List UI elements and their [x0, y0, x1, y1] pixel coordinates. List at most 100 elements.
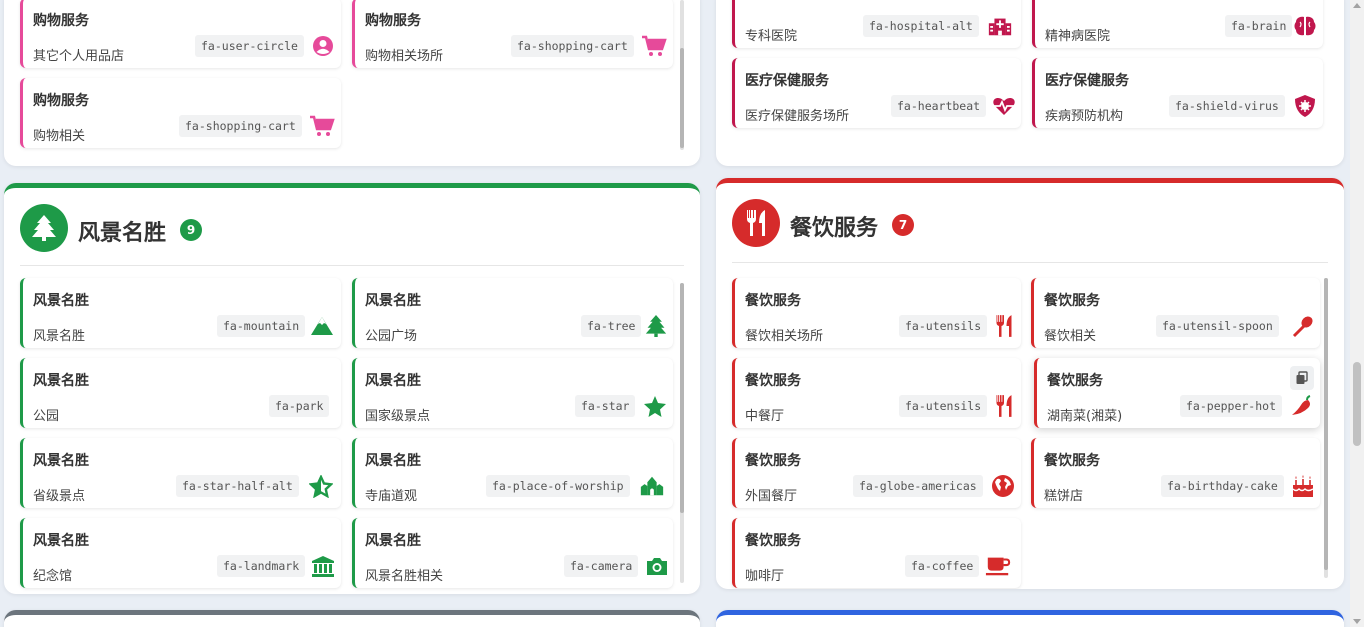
- tree-icon: [643, 313, 669, 339]
- card-subtitle: 公园: [33, 409, 60, 424]
- icon-code: fa-place-of-worship: [486, 475, 630, 497]
- count-badge: 7: [892, 214, 915, 236]
- list-item[interactable]: 风景名胜 寺庙道观 fa-place-of-worship: [352, 438, 673, 508]
- shield-virus-icon: [1292, 93, 1318, 119]
- icon-code: fa-pepper-hot: [1180, 395, 1283, 417]
- star-icon: [642, 393, 668, 419]
- card-subtitle: 公园广场: [365, 329, 418, 344]
- card-title: 餐饮服务: [745, 373, 801, 389]
- card-title: 风景名胜: [33, 373, 89, 389]
- card-title: 医疗保健服务: [745, 73, 829, 89]
- icon-code: fa-camera: [564, 555, 639, 577]
- card-subtitle: 糕饼店: [1044, 489, 1084, 504]
- icon-code: fa-user-circle: [195, 35, 304, 57]
- card-title: 医疗保健服务: [1045, 73, 1129, 89]
- list-item[interactable]: 购物服务 其它个人用品店 fa-user-circle: [20, 0, 341, 68]
- place-of-worship-icon: [639, 473, 665, 499]
- list-item[interactable]: 餐饮服务 餐饮相关 fa-utensil-spoon: [1031, 278, 1320, 348]
- shopping-panel: 购物服务 其它个人用品店 fa-user-circle 购物服务 购物相关场所 …: [4, 0, 700, 166]
- icon-code: fa-landmark: [217, 555, 306, 577]
- card-subtitle: 风景名胜相关: [365, 569, 444, 584]
- category-title: 餐饮服务: [790, 216, 879, 241]
- card-title: 餐饮服务: [745, 453, 801, 469]
- dining-panel: 餐饮服务 7 餐饮服务 餐饮相关场所 fa-utensils 餐饮服务 餐饮相关…: [716, 178, 1344, 589]
- category-title: 风景名胜: [78, 221, 167, 246]
- icon-code: fa-utensils: [899, 315, 988, 337]
- list-item[interactable]: 餐饮服务 餐饮相关场所 fa-utensils: [732, 278, 1021, 348]
- card-subtitle: 医疗保健服务场所: [745, 109, 850, 124]
- card-subtitle: 其它个人用品店: [33, 49, 125, 64]
- card-title: 风景名胜: [33, 533, 89, 549]
- icon-code: fa-mountain: [217, 315, 306, 337]
- card-title: 风景名胜: [365, 373, 421, 389]
- list-item[interactable]: 购物服务 购物相关 fa-shopping-cart: [20, 78, 341, 148]
- copy-button[interactable]: [1290, 366, 1314, 390]
- card-subtitle: 风景名胜: [33, 329, 86, 344]
- list-item[interactable]: 风景名胜 国家级景点 fa-star: [352, 358, 673, 428]
- birthday-cake-icon: [1290, 473, 1316, 499]
- list-item[interactable]: 购物服务 购物相关场所 fa-shopping-cart: [352, 0, 673, 68]
- list-item[interactable]: 餐饮服务 外国餐厅 fa-globe-americas: [732, 438, 1021, 508]
- list-item[interactable]: 风景名胜 风景名胜相关 fa-camera: [352, 518, 673, 588]
- icon-code: fa-heartbeat: [891, 95, 987, 117]
- scenic-panel: 风景名胜 9 风景名胜 风景名胜 fa-mountain 风景名胜 公园广场 f…: [4, 183, 700, 594]
- utensil-spoon-icon: [1290, 313, 1316, 339]
- card-subtitle: 寺庙道观: [365, 489, 418, 504]
- count-badge: 9: [180, 219, 203, 241]
- icon-code: fa-hospital-alt: [863, 15, 979, 37]
- scrollbar-thumb[interactable]: [1353, 362, 1361, 446]
- list-item[interactable]: 餐饮服务 湖南菜(湘菜) fa-pepper-hot: [1034, 358, 1320, 428]
- card-subtitle: 专科医院: [745, 29, 798, 44]
- icon-code: fa-brain: [1225, 15, 1293, 37]
- icon-code: fa-star: [575, 395, 636, 417]
- hospital-icon: [987, 13, 1013, 39]
- icon-code: fa-shopping-cart: [179, 115, 302, 137]
- card-subtitle: 国家级景点: [365, 409, 431, 424]
- panel-scrollbar[interactable]: [1324, 278, 1328, 578]
- card-title: 餐饮服务: [1047, 373, 1103, 389]
- page-scrollbar[interactable]: [1350, 0, 1364, 627]
- next-category-panel: [4, 610, 700, 627]
- utensils-icon: [991, 313, 1017, 339]
- list-item[interactable]: 餐饮服务 糕饼店 fa-birthday-cake: [1031, 438, 1320, 508]
- card-subtitle: 疾病预防机构: [1045, 109, 1124, 124]
- panel-scrollbar[interactable]: [680, 283, 684, 583]
- scrollbar-thumb[interactable]: [680, 48, 684, 148]
- utensils-icon: [991, 393, 1017, 419]
- card-title: 风景名胜: [365, 293, 421, 309]
- list-item[interactable]: 餐饮服务 中餐厅 fa-utensils: [732, 358, 1021, 428]
- scroll-down-icon[interactable]: [1353, 619, 1361, 624]
- list-item[interactable]: 风景名胜 纪念馆 fa-landmark: [20, 518, 341, 588]
- card-subtitle: 餐饮相关: [1044, 329, 1097, 344]
- card-subtitle: 中餐厅: [745, 409, 785, 424]
- list-item[interactable]: 医疗保健服务 疾病预防机构 fa-shield-virus: [1032, 58, 1323, 128]
- card-title: 风景名胜: [365, 453, 421, 469]
- list-item[interactable]: 餐饮服务 咖啡厅 fa-coffee: [732, 518, 1021, 588]
- scrollbar-thumb[interactable]: [1324, 278, 1328, 570]
- list-item[interactable]: 风景名胜 公园广场 fa-tree: [352, 278, 673, 348]
- card-title: 餐饮服务: [745, 293, 801, 309]
- panel-scrollbar[interactable]: [680, 0, 684, 150]
- brain-icon: [1292, 13, 1318, 39]
- list-item[interactable]: 风景名胜 风景名胜 fa-mountain: [20, 278, 341, 348]
- list-item[interactable]: 风景名胜 公园 fa-park: [20, 358, 341, 428]
- panel-header: 风景名胜 9: [20, 204, 684, 266]
- panel-header: 餐饮服务 7: [732, 199, 1328, 263]
- card-subtitle: 餐饮相关场所: [745, 329, 824, 344]
- card-title: 风景名胜: [33, 453, 89, 469]
- pepper-hot-icon: [1289, 393, 1315, 419]
- scrollbar-thumb[interactable]: [680, 283, 684, 513]
- list-item[interactable]: 精神病医院 fa-brain: [1032, 0, 1323, 48]
- list-item[interactable]: 风景名胜 省级景点 fa-star-half-alt: [20, 438, 341, 508]
- user-circle-icon: [310, 33, 336, 59]
- card-subtitle: 精神病医院: [1045, 29, 1111, 44]
- next-category-panel: [716, 610, 1344, 627]
- globe-americas-icon: [990, 473, 1016, 499]
- copy-icon: [1296, 371, 1308, 384]
- list-item[interactable]: 医疗保健服务 医疗保健服务场所 fa-heartbeat: [732, 58, 1021, 128]
- mountain-icon: [309, 313, 335, 339]
- scroll-up-icon[interactable]: [1353, 3, 1361, 8]
- card-title: 购物服务: [33, 93, 89, 109]
- card-title: 购物服务: [33, 13, 89, 29]
- list-item[interactable]: 专科医院 fa-hospital-alt: [732, 0, 1021, 48]
